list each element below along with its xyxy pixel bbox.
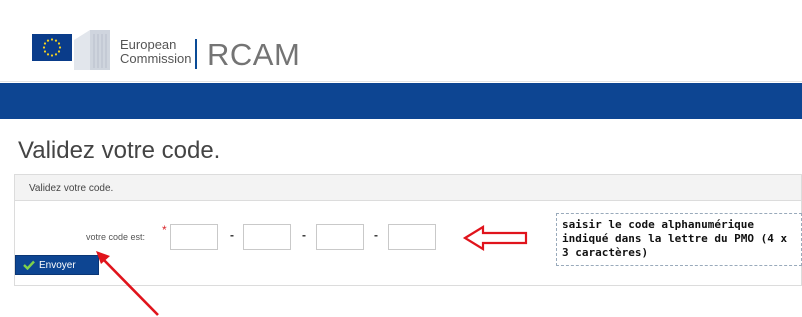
required-marker: * [162,223,167,237]
organization-name: European Commission [120,38,192,66]
nav-banner [0,83,802,119]
submit-button[interactable]: Envoyer [15,255,99,275]
pointer-arrow-icon [96,251,159,316]
eu-flag-icon [32,34,72,61]
code-input-4[interactable] [388,224,436,250]
code-input-2[interactable] [243,224,291,250]
panel-header: Validez votre code. [15,175,801,201]
annotation-note: saisir le code alphanumérique indiqué da… [556,213,802,266]
submit-button-label: Envoyer [39,259,76,271]
code-input-3[interactable] [316,224,364,250]
code-separator-3: - [374,228,378,242]
org-name-line2: Commission [120,51,192,66]
header-divider [195,39,197,69]
panel-heading: Validez votre code. [29,183,114,194]
app-title[interactable]: RCAM [207,38,300,72]
code-separator-1: - [230,228,234,242]
code-separator-2: - [302,228,306,242]
check-icon [23,260,35,270]
org-name-line1: European [120,37,177,52]
left-arrow-callout-icon [462,225,528,251]
code-field-label: votre code est: [86,232,146,242]
code-input-1[interactable] [170,224,218,250]
site-header: European Commission RCAM [0,0,802,82]
page-title: Validez votre code. [18,137,221,164]
berlaymont-icon [72,26,112,70]
ec-logo[interactable] [20,26,110,70]
